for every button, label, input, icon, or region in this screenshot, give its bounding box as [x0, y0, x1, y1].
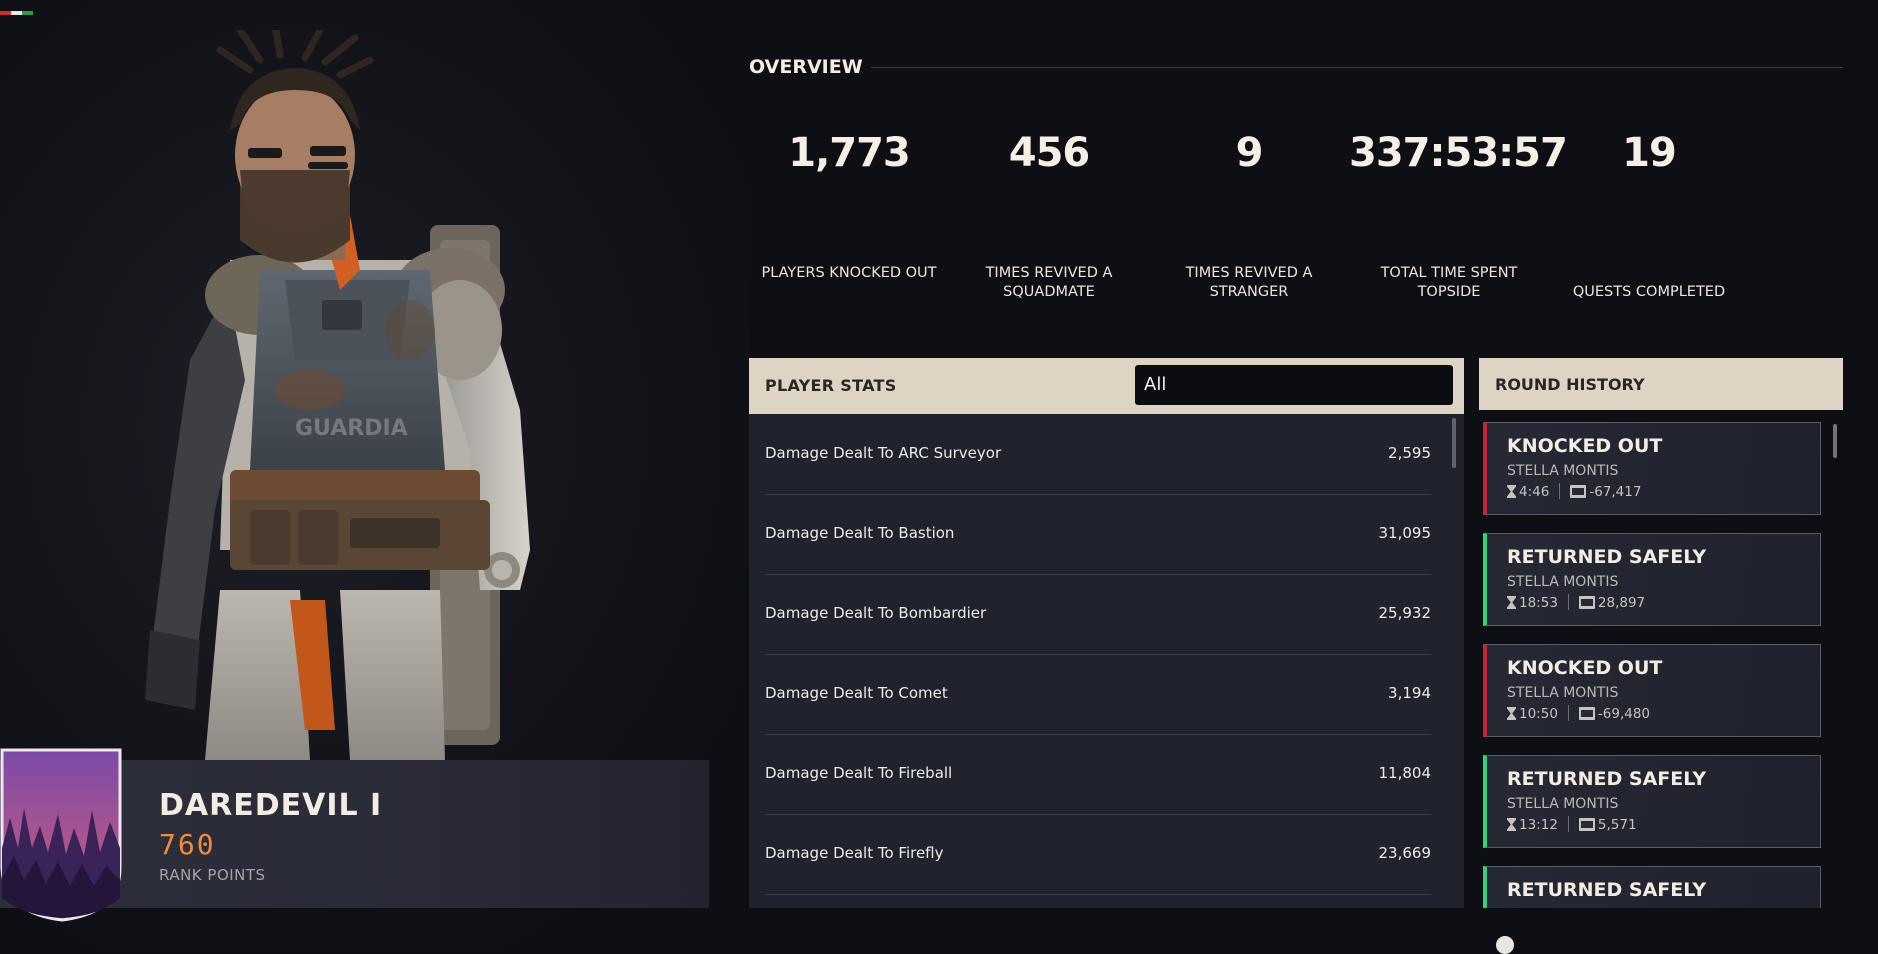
stat-label: TIMES REVIVED A SQUADMATE: [985, 265, 1113, 300]
stat-row: Damage Dealt To Comet 3,194: [765, 654, 1431, 735]
rank-points-label: RANK POINTS: [159, 866, 266, 884]
meta-divider: [1567, 705, 1569, 721]
stat-revived-stranger: 9 TIMES REVIVED A STRANGER: [1149, 130, 1349, 300]
cash-icon: [1578, 818, 1595, 831]
stat-row: Damage Dealt To Fireball 11,804: [765, 734, 1431, 815]
stat-time-topside: 337:53:57 TOTAL TIME SPENT TOPSIDE: [1349, 130, 1568, 300]
round-time: 4:46: [1519, 484, 1550, 500]
round-time: 18:53: [1519, 595, 1558, 611]
rank-title: DAREDEVIL I: [159, 788, 383, 823]
round-map: STELLA MONTIS: [1507, 463, 1619, 479]
round-outcome: KNOCKED OUT: [1507, 435, 1663, 457]
round-history-header: ROUND HISTORY: [1479, 358, 1843, 410]
round-card[interactable]: KNOCKED OUT STELLA MONTIS 4:46 -67,417: [1483, 422, 1821, 515]
stat-label: TIMES REVIVED A STRANGER: [1185, 265, 1313, 300]
round-card[interactable]: RETURNED SAFELY: [1483, 866, 1821, 908]
stat-row-name: Damage Dealt To Firefly: [765, 844, 944, 862]
round-card[interactable]: RETURNED SAFELY STELLA MONTIS 13:12 5,571: [1483, 755, 1821, 848]
meta-divider: [1559, 483, 1561, 499]
round-meta: 4:46 -67,417: [1507, 483, 1641, 501]
stat-row-value: 23,669: [1378, 844, 1432, 862]
player-stats-header: PLAYER STATS All: [749, 358, 1464, 414]
stat-row-name: Damage Dealt To Bastion: [765, 524, 955, 542]
round-value: 28,897: [1597, 595, 1646, 611]
overview-title: OVERVIEW: [749, 56, 863, 78]
character-portrait-icon: GUARDIA: [145, 30, 530, 760]
stat-value: 1,773: [788, 130, 911, 176]
meta-divider: [1567, 594, 1569, 610]
stat-row: Damage Dealt To ARC Surveyor 2,595: [765, 414, 1431, 495]
round-card[interactable]: RETURNED SAFELY STELLA MONTIS 18:53 28,89…: [1483, 533, 1821, 626]
meta-divider: [1567, 816, 1569, 832]
cash-icon: [1578, 596, 1595, 609]
player-stats-list[interactable]: Damage Dealt To ARC Surveyor 2,595 Damag…: [749, 414, 1464, 908]
stat-row-value: 31,095: [1378, 524, 1432, 542]
stat-label: QUESTS COMPLETED: [1572, 284, 1726, 300]
stat-label: PLAYERS KNOCKED OUT: [761, 265, 937, 281]
round-meta: 10:50 -69,480: [1507, 705, 1650, 723]
round-value: -67,417: [1589, 484, 1642, 500]
stat-label: TOTAL TIME SPENT TOPSIDE: [1380, 265, 1518, 300]
stat-row-name: Damage Dealt To ARC Surveyor: [765, 444, 1002, 462]
round-outcome: RETURNED SAFELY: [1507, 768, 1707, 790]
round-outcome: KNOCKED OUT: [1507, 657, 1663, 679]
stat-row-value: 25,932: [1378, 604, 1432, 622]
hourglass-icon: [1507, 485, 1516, 498]
hourglass-icon: [1507, 707, 1516, 720]
round-meta: 18:53 28,897: [1507, 594, 1645, 612]
stat-row: Damage Dealt To Bombardier 25,932: [765, 574, 1431, 655]
overview-divider: [871, 67, 1843, 68]
player-stats-panel: PLAYER STATS All Damage Dealt To ARC Sur…: [749, 358, 1464, 908]
filter-value: All: [1144, 374, 1167, 395]
player-stats-scrollbar[interactable]: [1452, 418, 1456, 468]
stats-filter-dropdown[interactable]: All: [1135, 365, 1453, 405]
stat-row-value: 2,595: [1388, 444, 1431, 462]
player-stats-title: PLAYER STATS: [765, 376, 897, 395]
vest-text: GUARDIA: [295, 416, 408, 441]
round-time: 10:50: [1519, 706, 1558, 722]
flag-mark-icon: [0, 0, 34, 15]
stat-quests-completed: 19 QUESTS COMPLETED: [1549, 130, 1749, 300]
stat-row-value: 11,804: [1378, 764, 1432, 782]
cash-icon: [1570, 485, 1587, 498]
round-time: 13:12: [1519, 817, 1558, 833]
forest-shield-icon: [0, 748, 122, 922]
round-map: STELLA MONTIS: [1507, 685, 1619, 701]
round-history-title: ROUND HISTORY: [1495, 375, 1645, 394]
round-outcome: RETURNED SAFELY: [1507, 546, 1707, 568]
stat-revived-squadmate: 456 TIMES REVIVED A SQUADMATE: [949, 130, 1149, 300]
rank-points: 760: [159, 828, 216, 861]
controller-icon: [1496, 936, 1514, 954]
stat-players-knocked-out: 1,773 PLAYERS KNOCKED OUT: [749, 130, 949, 281]
stat-value: 19: [1622, 130, 1677, 176]
stat-row-value: 3,194: [1388, 684, 1431, 702]
hourglass-icon: [1507, 818, 1516, 831]
stat-row-name: Damage Dealt To Bombardier: [765, 604, 987, 622]
round-history-list[interactable]: KNOCKED OUT STELLA MONTIS 4:46 -67,417 RE…: [1479, 414, 1843, 908]
round-value: 5,571: [1597, 817, 1637, 833]
round-value: -69,480: [1597, 706, 1651, 722]
stat-value: 9: [1235, 130, 1264, 176]
cash-icon: [1578, 707, 1595, 720]
stat-value: 456: [1008, 130, 1091, 176]
stat-row-name: Damage Dealt To Comet: [765, 684, 948, 702]
stat-row: Damage Dealt To Firefly 23,669: [765, 814, 1431, 895]
round-meta: 13:12 5,571: [1507, 816, 1637, 834]
round-history-scrollbar[interactable]: [1833, 424, 1837, 458]
stat-row-name: Damage Dealt To Fireball: [765, 764, 953, 782]
round-card[interactable]: KNOCKED OUT STELLA MONTIS 10:50 -69,480: [1483, 644, 1821, 737]
round-map: STELLA MONTIS: [1507, 574, 1619, 590]
character-area: GUARDIA DAREDEVIL I 760 RANK POINTS: [0, 0, 750, 948]
round-outcome: RETURNED SAFELY: [1507, 879, 1707, 901]
hourglass-icon: [1507, 596, 1516, 609]
stat-row: Damage Dealt To Bastion 31,095: [765, 494, 1431, 575]
round-map: STELLA MONTIS: [1507, 796, 1619, 812]
stat-value: 337:53:57: [1349, 130, 1568, 176]
